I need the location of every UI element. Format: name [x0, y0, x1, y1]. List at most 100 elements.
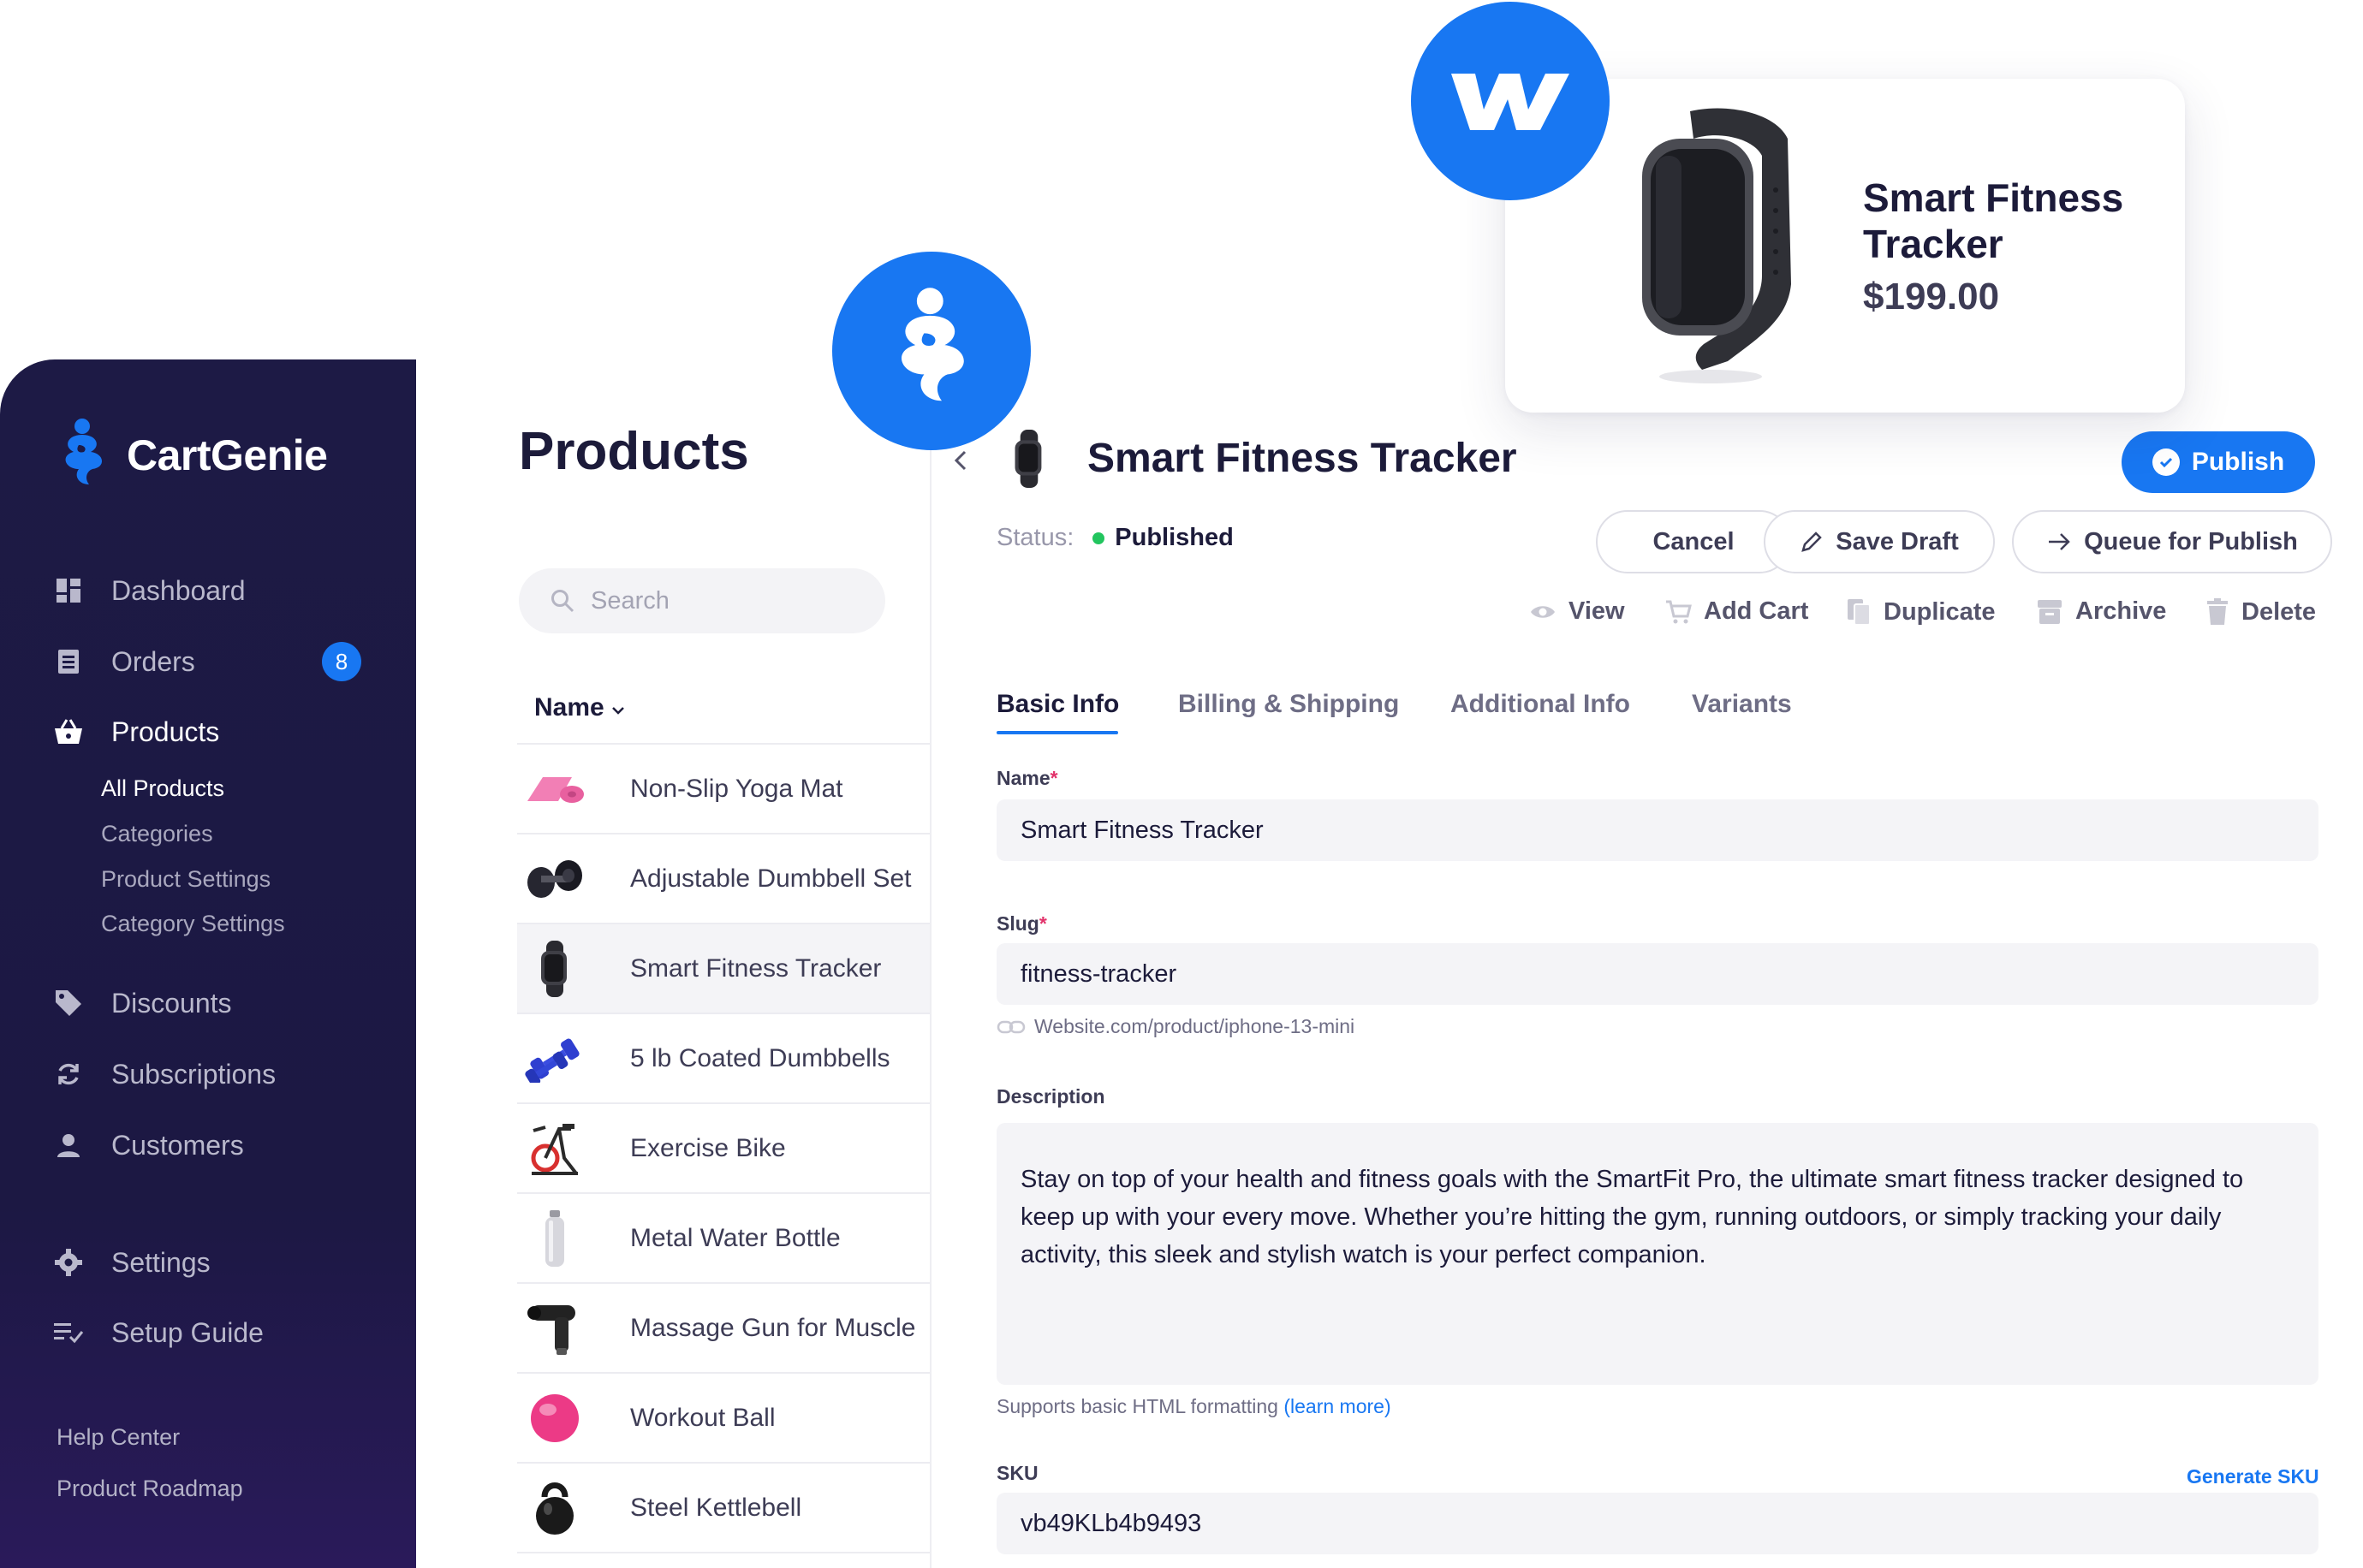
back-chevron-icon[interactable]: [952, 447, 969, 480]
generate-sku-link[interactable]: Generate SKU: [2187, 1465, 2319, 1488]
archive-label: Archive: [2075, 597, 2167, 625]
fitness-tracker-thumb: [524, 938, 586, 1000]
sku-value: vb49KLb4b9493: [1021, 1509, 1202, 1537]
product-name: Massage Gun for Muscle: [630, 1313, 916, 1342]
sidebar-item-dashboard[interactable]: Dashboard: [53, 569, 246, 612]
duplicate-action[interactable]: Duplicate: [1846, 597, 1996, 627]
hint-text: Supports basic HTML formatting: [997, 1395, 1278, 1417]
required-mark: *: [1039, 912, 1047, 935]
publish-label: Publish: [2191, 448, 2285, 476]
tab-billing-shipping[interactable]: Billing & Shipping: [1178, 690, 1399, 719]
product-row[interactable]: Workout Ball: [517, 1372, 930, 1462]
search-placeholder: Search: [591, 586, 670, 615]
trash-icon: [2207, 598, 2228, 625]
sidebar-item-setup-guide[interactable]: Setup Guide: [53, 1311, 264, 1354]
sku-field[interactable]: vb49KLb4b9493: [997, 1493, 2318, 1554]
product-name: 5 lb Coated Dumbbells: [630, 1043, 890, 1072]
link-icon: [997, 1020, 1026, 1033]
search-input[interactable]: Search: [519, 568, 885, 633]
product-name: Non-Slip Yoga Mat: [630, 774, 843, 803]
tag-icon: [53, 988, 84, 1019]
tab-additional-info[interactable]: Additional Info: [1450, 690, 1630, 719]
slug-preview-url: Website.com/product/iphone-13-mini: [997, 1015, 1354, 1038]
sidebar-item-label: Setup Guide: [111, 1316, 264, 1348]
water-bottle-thumb: [524, 1208, 586, 1269]
subnav-category-settings[interactable]: Category Settings: [101, 911, 285, 937]
add-cart-label: Add Cart: [1704, 597, 1809, 625]
description-value: Stay on top of your health and fitness g…: [1021, 1166, 2244, 1268]
learn-more-link[interactable]: (learn more): [1283, 1395, 1390, 1417]
basket-icon: [53, 716, 84, 747]
active-tab-indicator: [997, 731, 1118, 734]
product-row[interactable]: Adjustable Dumbbell Set: [517, 833, 930, 923]
subnav-all-products[interactable]: All Products: [101, 775, 224, 802]
slug-label-text: Slug: [997, 912, 1039, 935]
sidebar-item-label: Orders: [111, 645, 195, 677]
required-mark: *: [1050, 767, 1058, 789]
refresh-icon: [53, 1059, 84, 1090]
product-row[interactable]: Metal Water Bottle: [517, 1192, 930, 1282]
publish-button[interactable]: Publish: [2122, 431, 2315, 493]
duplicate-label: Duplicate: [1884, 597, 1996, 626]
sidebar-item-subscriptions[interactable]: Subscriptions: [53, 1053, 276, 1096]
sidebar-item-label: Dashboard: [111, 574, 246, 606]
product-row[interactable]: 5 lb Coated Dumbbells: [517, 1013, 930, 1102]
cancel-button[interactable]: Cancel: [1596, 510, 1791, 573]
product-row-partial: [517, 1552, 930, 1568]
status-dot: [1092, 532, 1105, 544]
product-row[interactable]: Massage Gun for Muscle: [517, 1282, 930, 1372]
sidebar-item-label: Subscriptions: [111, 1058, 277, 1090]
save-draft-button[interactable]: Save Draft: [1764, 510, 1995, 573]
sidebar-item-label: Settings: [111, 1246, 211, 1278]
chevron-down-icon: [611, 707, 624, 715]
sidebar-item-discounts[interactable]: Discounts: [53, 982, 232, 1025]
sort-by-name-header[interactable]: Name: [534, 693, 625, 722]
sidebar: CartGenie Dashboard Orders 8 Products Al…: [0, 359, 416, 1568]
product-name: Steel Kettlebell: [630, 1493, 802, 1522]
eye-icon: [1531, 605, 1555, 618]
product-row[interactable]: Smart Fitness Tracker: [517, 923, 930, 1013]
sidebar-item-customers[interactable]: Customers: [53, 1124, 244, 1167]
name-field[interactable]: Smart Fitness Tracker: [997, 799, 2318, 861]
brand-logo[interactable]: CartGenie: [53, 416, 328, 495]
view-action[interactable]: View: [1529, 597, 1625, 626]
product-row[interactable]: Non-Slip Yoga Mat: [517, 743, 930, 833]
description-field[interactable]: Stay on top of your health and fitness g…: [997, 1123, 2318, 1385]
orders-icon: [53, 646, 84, 677]
help-center-link[interactable]: Help Center: [57, 1424, 180, 1451]
name-label-text: Name: [997, 767, 1051, 789]
subnav-categories[interactable]: Categories: [101, 821, 213, 847]
slug-url-text: Website.com/product/iphone-13-mini: [1034, 1015, 1355, 1037]
subnav-product-settings[interactable]: Product Settings: [101, 866, 271, 893]
product-row[interactable]: Steel Kettlebell: [517, 1462, 930, 1552]
tab-basic-info[interactable]: Basic Info: [997, 690, 1119, 719]
tab-variants[interactable]: Variants: [1692, 690, 1792, 719]
product-row[interactable]: Exercise Bike: [517, 1102, 930, 1192]
page-title: Products: [519, 422, 749, 481]
fitness-tracker-image: [1642, 108, 1791, 383]
dumbbell-set-thumb: [524, 848, 586, 910]
product-roadmap-link[interactable]: Product Roadmap: [57, 1476, 243, 1502]
product-title: Smart Fitness Tracker: [1087, 436, 1517, 481]
duplicate-icon: [1848, 599, 1871, 626]
cart-icon: [1666, 600, 1692, 623]
queue-for-publish-button[interactable]: Queue for Publish: [2012, 510, 2332, 573]
sidebar-item-products[interactable]: Products: [53, 710, 219, 753]
view-label: View: [1568, 597, 1625, 625]
sidebar-item-settings[interactable]: Settings: [53, 1241, 211, 1284]
dashboard-icon: [53, 575, 84, 606]
sidebar-item-label: Products: [111, 716, 220, 747]
fitness-tracker-thumb: [1007, 428, 1051, 490]
product-name: Smart Fitness Tracker: [630, 953, 882, 983]
dumbbells-thumb: [524, 1028, 586, 1090]
delete-action[interactable]: Delete: [2205, 597, 2316, 627]
product-name: Adjustable Dumbbell Set: [630, 864, 912, 893]
archive-action[interactable]: Archive: [2036, 597, 2166, 626]
sidebar-item-orders[interactable]: Orders: [53, 640, 195, 683]
arrow-right-icon: [2049, 533, 2070, 550]
kettlebell-thumb: [524, 1477, 586, 1539]
preview-title: Smart Fitness Tracker: [1863, 175, 2124, 266]
slug-field[interactable]: fitness-tracker: [997, 943, 2318, 1005]
exercise-bike-thumb: [524, 1118, 586, 1179]
add-cart-action[interactable]: Add Cart: [1664, 597, 1808, 626]
